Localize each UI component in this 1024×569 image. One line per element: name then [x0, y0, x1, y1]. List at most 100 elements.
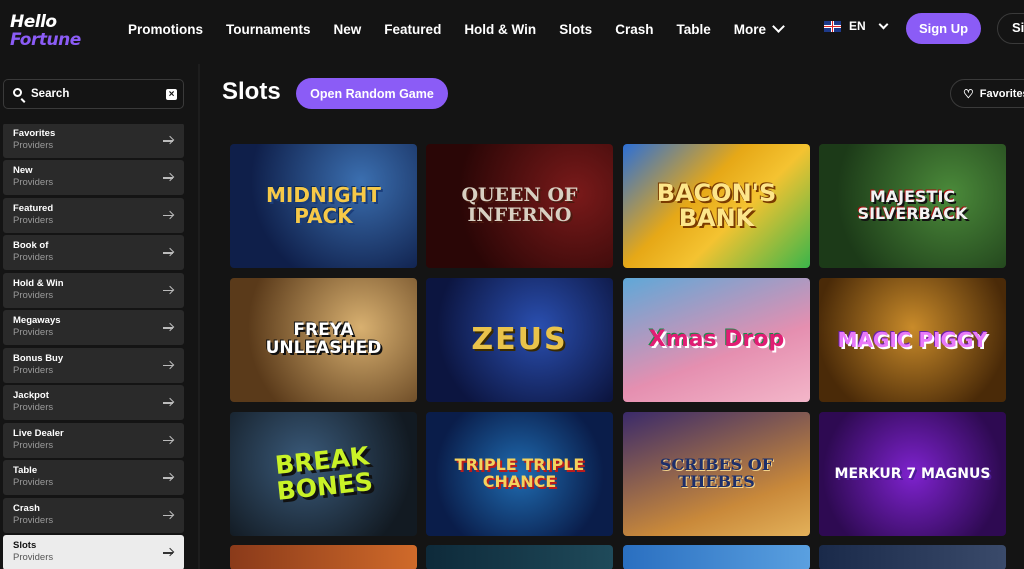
game-title: Merkur 7 Magnus: [834, 465, 991, 482]
game-tile-partial[interactable]: [426, 545, 613, 569]
arrow-right-icon: [163, 477, 173, 479]
game-tile-queen-of-inferno[interactable]: Queen of Inferno: [426, 144, 613, 268]
heart-icon: ♡: [963, 86, 974, 101]
open-random-game-button[interactable]: Open Random Game: [296, 78, 448, 109]
hello-fortune-logo[interactable]: Hello Fortune: [10, 14, 90, 52]
game-tile-partial[interactable]: [623, 545, 810, 569]
main-nav: Promotions Tournaments New Featured Hold…: [128, 0, 806, 58]
chevron-down-icon: [878, 19, 889, 30]
sign-in-button[interactable]: Si: [997, 13, 1024, 44]
favorites-label: Favorites: [979, 87, 1024, 100]
nav-promotions[interactable]: Promotions: [128, 22, 203, 37]
category-title: Table: [13, 465, 38, 476]
sidebar-divider: [198, 64, 200, 569]
uk-flag-icon: [824, 20, 841, 32]
category-subtitle: Providers: [13, 364, 54, 376]
nav-table[interactable]: Table: [676, 22, 710, 37]
game-grid: Midnight Pack Queen of Inferno Bacon's B…: [230, 144, 1024, 569]
logo-text-hello: Hello: [10, 12, 57, 32]
nav-more-label: More: [733, 21, 766, 37]
game-tile-midnight-pack[interactable]: Midnight Pack: [230, 144, 417, 268]
category-title: Jackpot: [13, 390, 49, 401]
favorites-button[interactable]: ♡ Favorites: [950, 79, 1024, 108]
game-tile-bacons-bank[interactable]: Bacon's Bank: [623, 144, 810, 268]
sidebar-item-book-of[interactable]: Book of Providers: [3, 235, 184, 270]
nav-tournaments[interactable]: Tournaments: [226, 22, 311, 37]
arrow-right-icon: [163, 439, 173, 441]
search-placeholder: Search: [31, 88, 70, 100]
category-list: Favorites Providers New Providers Featur…: [3, 124, 184, 569]
game-tile-merkur-7-magnus[interactable]: Merkur 7 Magnus: [819, 412, 1006, 536]
arrow-right-icon: [163, 327, 173, 329]
sidebar-item-slots[interactable]: Slots Providers: [3, 535, 184, 569]
nav-hold-and-win[interactable]: Hold & Win: [464, 22, 536, 37]
sidebar-item-jackpot[interactable]: Jackpot Providers: [3, 385, 184, 420]
sidebar-item-table[interactable]: Table Providers: [3, 460, 184, 495]
sidebar-item-featured[interactable]: Featured Providers: [3, 197, 184, 233]
arrow-right-icon: [163, 140, 173, 142]
category-title: Hold & Win: [13, 277, 64, 289]
arrow-right-icon: [163, 402, 173, 404]
category-subtitle: Providers: [13, 252, 54, 263]
category-subtitle: Providers: [13, 477, 54, 488]
category-subtitle: Providers: [13, 514, 54, 526]
arrow-right-icon: [163, 177, 173, 179]
category-title: Megaways: [13, 315, 61, 326]
language-selector[interactable]: EN: [824, 19, 889, 33]
category-subtitle: Providers: [13, 402, 54, 413]
sidebar: Search × Favorites Providers New Provide…: [0, 64, 198, 569]
game-tile-zeus[interactable]: Zeus: [426, 278, 613, 402]
arrow-right-icon: [163, 514, 173, 516]
nav-crash[interactable]: Crash: [615, 22, 653, 37]
sidebar-item-live-dealer[interactable]: Live Dealer Providers: [3, 422, 184, 458]
arrow-right-icon: [163, 289, 173, 291]
category-subtitle: Providers: [13, 327, 54, 338]
category-subtitle: Providers: [13, 177, 54, 188]
page-title: Slots: [222, 78, 281, 105]
category-title: Crash: [13, 502, 40, 514]
category-subtitle: Providers: [13, 140, 54, 151]
nav-slots[interactable]: Slots: [559, 22, 592, 37]
search-input[interactable]: Search ×: [3, 79, 184, 109]
game-tile-partial[interactable]: [819, 545, 1006, 569]
category-title: Favorites: [13, 128, 56, 139]
game-tile-scribes-of-thebes[interactable]: Scribes of Thebes: [623, 412, 810, 536]
sidebar-item-megaways[interactable]: Megaways Providers: [3, 310, 184, 345]
nav-featured[interactable]: Featured: [384, 22, 441, 37]
category-subtitle: Providers: [13, 214, 54, 226]
sidebar-item-favorites[interactable]: Favorites Providers: [3, 124, 184, 158]
category-title: Bonus Buy: [13, 352, 64, 364]
sidebar-item-hold-and-win[interactable]: Hold & Win Providers: [3, 272, 184, 308]
clear-search-icon[interactable]: ×: [166, 89, 177, 100]
sign-up-button[interactable]: Sign Up: [906, 13, 981, 44]
search-icon: [13, 88, 22, 97]
game-title: Xmas Drop: [648, 327, 785, 353]
game-tile-freya-unleashed[interactable]: Freya Unleashed: [230, 278, 417, 402]
game-tile-break-bones[interactable]: Break Bones: [230, 412, 417, 536]
game-tile-majestic-silverback[interactable]: Majestic Silverback: [819, 144, 1006, 268]
category-subtitle: Providers: [13, 552, 54, 563]
category-subtitle: Providers: [13, 289, 54, 301]
game-tile-magic-piggy[interactable]: Magic Piggy: [819, 278, 1006, 402]
sidebar-item-crash[interactable]: Crash Providers: [3, 497, 184, 533]
game-title: Magic Piggy: [837, 327, 988, 352]
sidebar-item-bonus-buy[interactable]: Bonus Buy Providers: [3, 347, 184, 383]
game-tile-xmas-drop[interactable]: Xmas Drop: [623, 278, 810, 402]
category-title: Featured: [13, 202, 54, 214]
game-title: Majestic Silverback: [857, 187, 968, 223]
game-tile-partial[interactable]: [230, 545, 417, 569]
nav-new[interactable]: New: [334, 22, 362, 37]
chevron-down-icon: [772, 20, 785, 33]
language-code: EN: [849, 19, 866, 33]
category-title: Slots: [13, 540, 37, 551]
game-title: Break Bones: [273, 440, 375, 506]
sidebar-item-new[interactable]: New Providers: [3, 160, 184, 195]
nav-more-dropdown[interactable]: More: [733, 20, 785, 37]
game-tile-triple-triple-chance[interactable]: Triple Triple Chance: [426, 412, 613, 536]
category-title: Book of: [13, 240, 49, 251]
category-title: Live Dealer: [13, 427, 64, 439]
arrow-right-icon: [163, 364, 173, 366]
game-title: Triple Triple Chance: [454, 455, 585, 491]
game-title: Freya Unleashed: [265, 320, 382, 358]
game-title: Scribes of Thebes: [659, 455, 774, 491]
